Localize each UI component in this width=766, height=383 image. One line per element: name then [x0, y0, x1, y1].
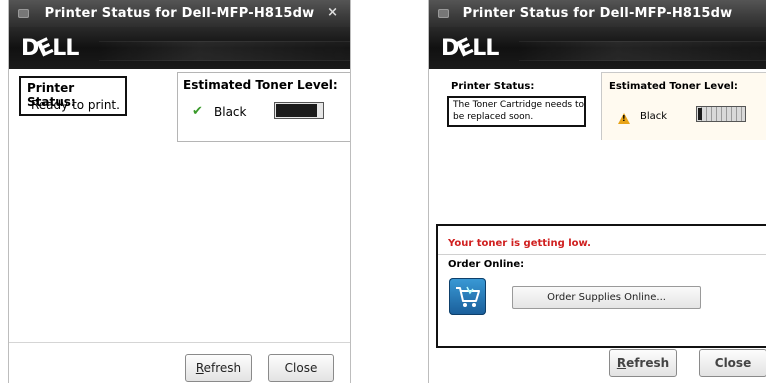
close-button[interactable]: Close [699, 349, 766, 377]
window-title: Printer Status for Dell-MFP-H815dw [462, 6, 733, 21]
printer-status-heading: Printer Status: [451, 81, 535, 92]
printer-status-message: Ready to print. [31, 98, 120, 112]
refresh-button[interactable]: Refresh [185, 354, 252, 382]
toner-level-fill [698, 108, 702, 120]
toner-level-bar [274, 102, 324, 119]
order-online-panel: Your toner is getting low. Order Online:… [436, 224, 766, 348]
panel-divider [438, 254, 766, 255]
warning-icon [618, 113, 630, 124]
refresh-button[interactable]: Refresh [609, 349, 677, 377]
close-window-icon[interactable]: × [327, 5, 338, 20]
toner-level-panel: Estimated Toner Level: ✔ Black [177, 72, 350, 142]
order-supplies-online-button[interactable]: Order Supplies Online... [512, 286, 701, 309]
window-title: Printer Status for Dell-MFP-H815dw [44, 6, 315, 21]
toner-level-heading: Estimated Toner Level: [183, 78, 338, 92]
toner-level-heading: Estimated Toner Level: [609, 81, 738, 92]
printer-status-window-normal: Printer Status for Dell-MFP-H815dw × DEL… [8, 0, 351, 383]
printer-status-panel: Printer Status: Ready to print. [19, 76, 127, 116]
close-button[interactable]: Close [268, 354, 334, 382]
dell-logo: DELL [21, 34, 79, 63]
dell-logo: DELL [441, 34, 499, 63]
order-online-heading: Order Online: [448, 259, 525, 270]
dell-banner: DELL [9, 27, 350, 69]
checkmark-icon: ✔ [192, 104, 203, 119]
printer-status-message: The Toner Cartridge needs to be replaced… [447, 96, 586, 127]
title-bar: Printer Status for Dell-MFP-H815dw [429, 0, 766, 27]
toner-level-panel: Estimated Toner Level: Black [601, 72, 766, 140]
toner-level-fill [276, 104, 318, 117]
toner-color-label: Black [214, 105, 247, 119]
dell-banner: DELL [429, 27, 766, 69]
button-separator [9, 342, 350, 343]
toner-level-bar [696, 106, 746, 122]
toner-color-label: Black [640, 111, 668, 122]
low-toner-alert: Your toner is getting low. [448, 238, 591, 249]
banner-decoration [519, 41, 766, 61]
title-bar: Printer Status for Dell-MFP-H815dw × [9, 0, 350, 27]
banner-decoration [99, 41, 350, 61]
shopping-cart-icon[interactable] [449, 278, 486, 315]
printer-status-window-low-toner: Printer Status for Dell-MFP-H815dw DELL … [428, 0, 766, 383]
